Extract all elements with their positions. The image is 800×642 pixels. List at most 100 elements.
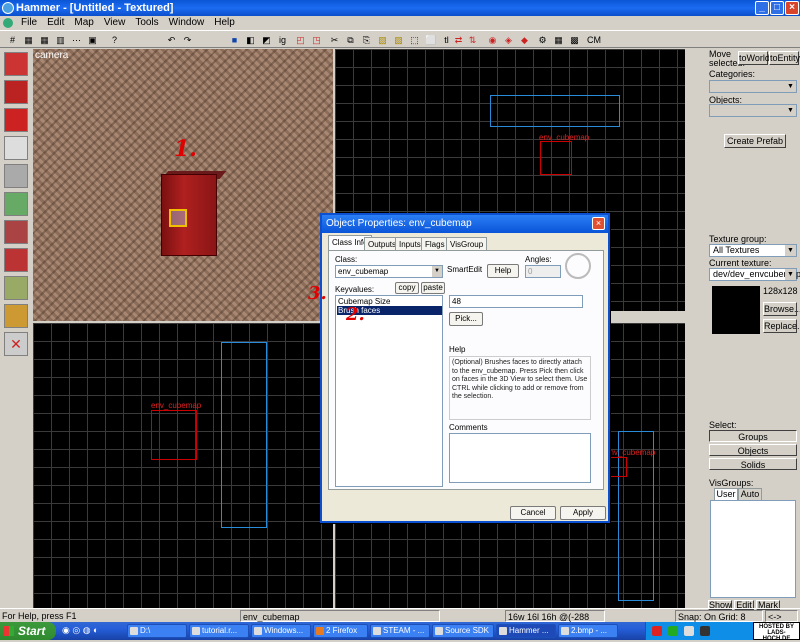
objects-button[interactable]: Objects: [709, 444, 797, 456]
apply-button[interactable]: Apply: [560, 506, 606, 520]
menu-map[interactable]: Map: [69, 16, 98, 30]
task-hammer[interactable]: Hammer ...: [496, 624, 556, 638]
decal-tool-icon[interactable]: [4, 248, 28, 272]
hide-icon[interactable]: ▧: [376, 33, 389, 46]
class-dropdown[interactable]: env_cubemap ▼: [335, 265, 443, 278]
menu-tools[interactable]: Tools: [130, 16, 163, 30]
task-paint[interactable]: 2.bmp - ...: [558, 624, 618, 638]
hollow-icon[interactable]: ◩: [260, 33, 273, 46]
apply-texture-icon[interactable]: [4, 220, 28, 244]
task-windows[interactable]: Windows...: [251, 624, 311, 638]
objects-dropdown[interactable]: ▼: [709, 104, 797, 117]
categories-dropdown[interactable]: ▼: [709, 80, 797, 93]
grid-3d-icon[interactable]: ▥: [54, 33, 67, 46]
texture-app-icon[interactable]: ▩: [568, 33, 581, 46]
texture-lock-icon[interactable]: ig: [276, 33, 289, 46]
compile-icon[interactable]: ⚙: [536, 33, 549, 46]
redo-icon[interactable]: ↷: [181, 33, 194, 46]
copy-icon[interactable]: ⧉: [344, 33, 357, 46]
paste-button[interactable]: paste: [421, 282, 445, 294]
tray-volume-icon[interactable]: [684, 626, 694, 636]
flip-h-icon[interactable]: ⇄: [452, 33, 465, 46]
tab-user[interactable]: User: [714, 488, 738, 500]
entity-report-icon[interactable]: ◈: [502, 33, 515, 46]
close-button[interactable]: ×: [785, 1, 799, 15]
help-icon[interactable]: ?: [108, 33, 121, 46]
minimize-button[interactable]: _: [755, 1, 769, 15]
paste-icon[interactable]: ⎘: [360, 33, 373, 46]
overlay-tool-icon[interactable]: [4, 276, 28, 300]
menu-view[interactable]: View: [99, 16, 131, 30]
angles-field[interactable]: 0: [525, 265, 561, 278]
selection-box-icon[interactable]: ⬜: [424, 33, 437, 46]
grid-toggle-icon[interactable]: ▣: [86, 33, 99, 46]
smartedit-toggle[interactable]: SmartEdit: [447, 264, 482, 278]
menu-edit[interactable]: Edit: [42, 16, 69, 30]
start-button[interactable]: Start: [0, 622, 56, 640]
tab-flags[interactable]: Flags: [421, 237, 449, 251]
angle-dial-icon[interactable]: [565, 253, 591, 279]
show-icon[interactable]: ▨: [392, 33, 405, 46]
replace-button[interactable]: Replace...: [763, 319, 800, 333]
entity-icon[interactable]: ◉: [486, 33, 499, 46]
vertex-tool-icon[interactable]: ✕: [4, 332, 28, 356]
front-view-viewport[interactable]: env_cubemap: [33, 323, 333, 608]
task-steam[interactable]: STEAM - ...: [370, 624, 430, 638]
undo-icon[interactable]: ↶: [165, 33, 178, 46]
current-texture-dropdown[interactable]: dev/dev_envcubemap ▼: [709, 268, 800, 281]
texture-preview[interactable]: [712, 286, 760, 334]
carve-icon[interactable]: ◧: [244, 33, 257, 46]
tab-auto[interactable]: Auto: [738, 488, 762, 500]
create-prefab-button[interactable]: Create Prefab: [724, 134, 786, 148]
dialog-close-icon[interactable]: ×: [592, 217, 605, 230]
cancel-button[interactable]: Cancel: [510, 506, 556, 520]
menu-help[interactable]: Help: [209, 16, 240, 30]
copy-button[interactable]: copy: [395, 282, 419, 294]
help-button[interactable]: Help: [487, 264, 519, 278]
task-firefox[interactable]: 2 Firefox: [313, 624, 368, 638]
selection-tool-icon[interactable]: [4, 52, 28, 76]
browse-button[interactable]: Browse...: [763, 302, 800, 316]
scrollbar[interactable]: [685, 49, 695, 311]
grid-dots-icon[interactable]: ⋯: [70, 33, 83, 46]
tray-network-icon[interactable]: [668, 626, 678, 636]
solids-button[interactable]: Solids: [709, 458, 797, 470]
camera-tool-icon[interactable]: [4, 108, 28, 132]
task-source-sdk[interactable]: Source SDK: [432, 624, 494, 638]
scrollbar[interactable]: [685, 323, 695, 608]
ungroup-icon[interactable]: ◳: [310, 33, 323, 46]
cut-icon[interactable]: ✂: [328, 33, 341, 46]
task-folder[interactable]: D:\: [127, 624, 187, 638]
texture-tool-icon[interactable]: [4, 192, 28, 216]
maximize-button[interactable]: □: [770, 1, 784, 15]
grid-smaller-icon[interactable]: ▦: [22, 33, 35, 46]
value-field[interactable]: 48: [449, 295, 583, 308]
check-problems-icon[interactable]: ◆: [518, 33, 531, 46]
tab-visgroup[interactable]: VisGroup: [446, 237, 488, 251]
task-tutorial[interactable]: tutorial.r...: [189, 624, 249, 638]
flip-v-icon[interactable]: ⇅: [466, 33, 479, 46]
run-map-icon[interactable]: ▦: [552, 33, 565, 46]
pick-button[interactable]: Pick...: [449, 312, 483, 326]
menu-file[interactable]: File: [16, 16, 42, 30]
visgroups-list[interactable]: [710, 500, 796, 598]
comments-field[interactable]: [449, 433, 591, 483]
grid-larger-icon[interactable]: ▦: [38, 33, 51, 46]
menu-window[interactable]: Window: [164, 16, 210, 30]
cubemap-button[interactable]: CM: [584, 33, 604, 46]
groups-button[interactable]: Groups: [709, 430, 797, 442]
camera-viewport[interactable]: camera: [33, 49, 333, 321]
env-cubemap-entity[interactable]: [169, 209, 187, 227]
group-icon[interactable]: ◰: [294, 33, 307, 46]
block-tool-icon[interactable]: [4, 164, 28, 188]
texture-group-dropdown[interactable]: All Textures ▼: [709, 244, 797, 257]
tray-steam-icon[interactable]: [700, 626, 710, 636]
tray-app-icon[interactable]: [652, 626, 662, 636]
to-entity-button[interactable]: toEntity: [769, 51, 800, 65]
clip-tool-icon[interactable]: [4, 304, 28, 328]
grid-icon[interactable]: #: [6, 33, 19, 46]
entity-tool-icon[interactable]: [4, 136, 28, 160]
to-world-button[interactable]: toWorld: [738, 51, 770, 65]
cube-icon[interactable]: ■: [228, 33, 241, 46]
magnify-tool-icon[interactable]: [4, 80, 28, 104]
